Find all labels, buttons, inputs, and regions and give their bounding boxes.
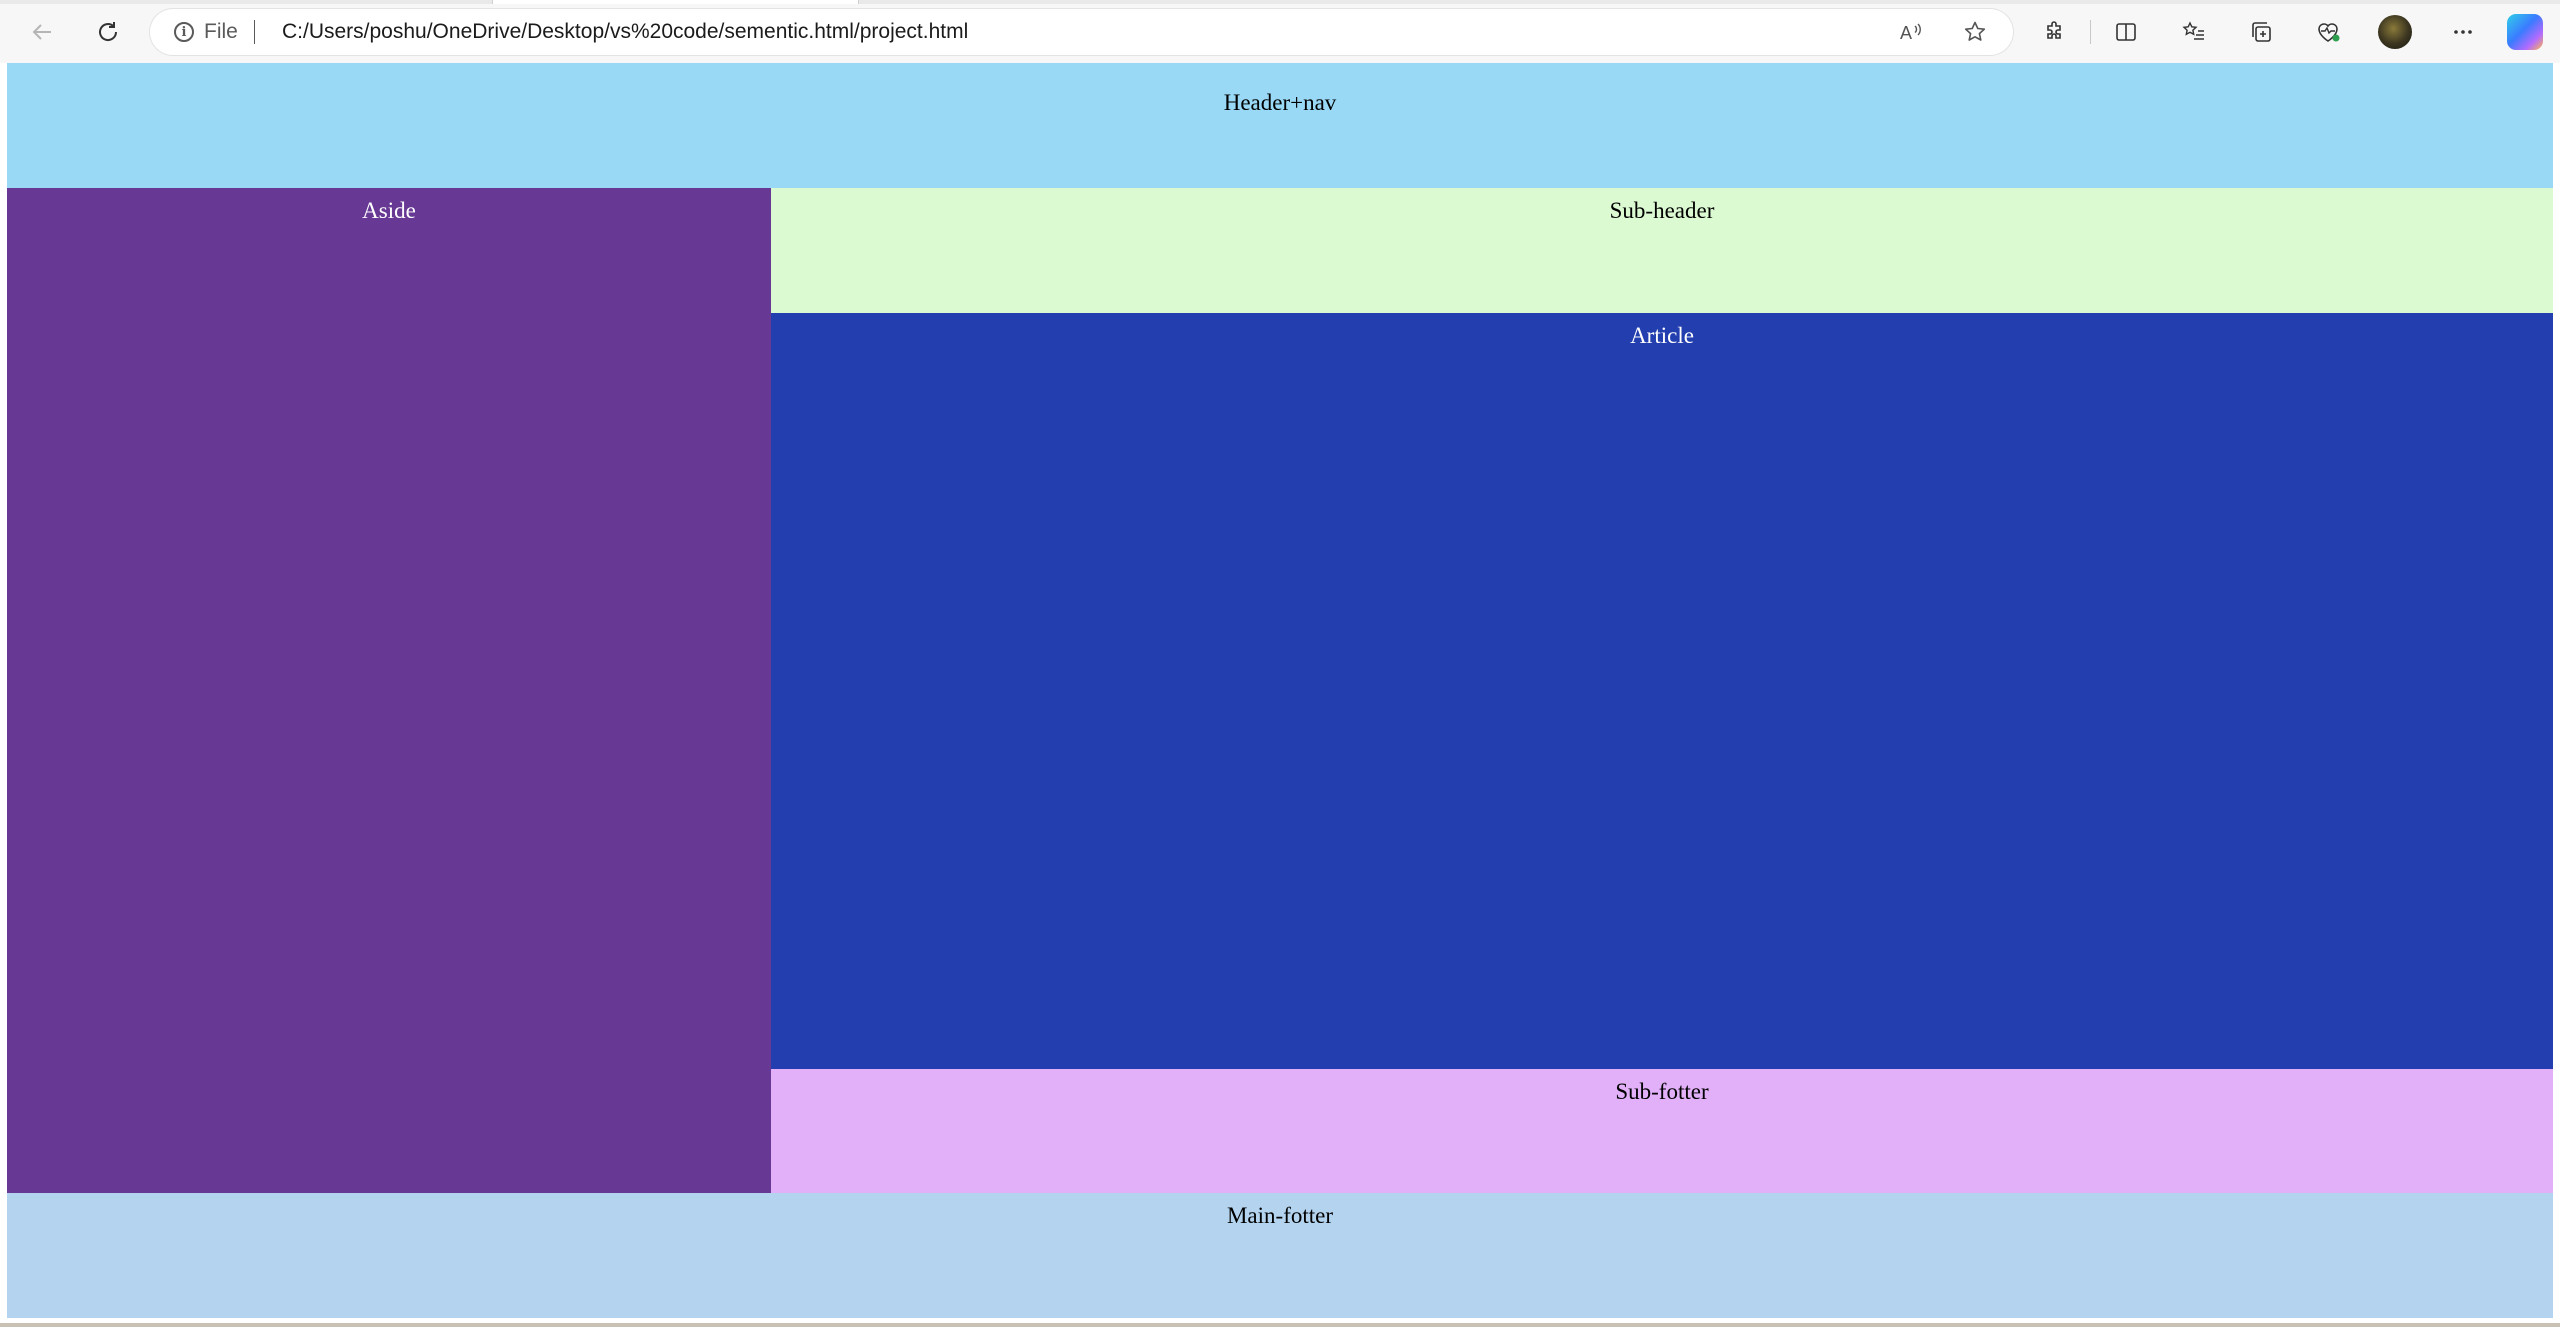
sub-footer-label: Sub-fotter [1615,1079,1709,1104]
main-footer-section: Main-fotter [7,1193,2553,1318]
read-aloud-icon[interactable]: A [1896,17,1926,47]
aside-section: Aside [7,188,771,1193]
semantic-layout: Header+nav Aside Sub-header Article Sub-… [7,63,2553,1318]
svg-text:A: A [1900,23,1912,43]
url-text[interactable]: C:/Users/poshu/OneDrive/Desktop/vs%20cod… [282,20,968,44]
toolbar-separator [2090,20,2091,44]
info-icon: i [174,22,194,42]
address-bar[interactable]: i File C:/Users/poshu/OneDrive/Desktop/v… [150,9,2013,55]
address-separator [253,20,255,44]
tab-strip [0,0,2560,4]
copilot-icon[interactable] [2507,14,2543,50]
star-icon[interactable] [1960,17,1990,47]
scheme-label: File [204,20,238,43]
favorites-list-icon[interactable] [2176,14,2212,50]
window-bottom-edge [0,1323,2560,1327]
browser-essentials-icon[interactable] [2310,14,2346,50]
sub-footer-section: Sub-fotter [771,1069,2553,1193]
sub-header-label: Sub-header [1609,198,1715,223]
article-label: Article [1630,323,1694,348]
header-nav-section: Header+nav [7,63,2553,188]
header-nav-label: Header+nav [1223,90,1337,115]
active-tab[interactable] [492,0,859,4]
collections-icon[interactable] [2243,14,2279,50]
sub-header-section: Sub-header [771,188,2553,313]
split-screen-icon[interactable] [2108,14,2144,50]
more-icon[interactable] [2445,14,2481,50]
aside-label: Aside [362,198,416,223]
profile-avatar[interactable] [2378,15,2412,49]
page-viewport: Header+nav Aside Sub-header Article Sub-… [0,63,2560,1327]
site-info-button[interactable]: i File [174,19,255,45]
back-arrow-icon[interactable] [22,12,62,52]
main-footer-label: Main-fotter [1226,1203,1333,1228]
puzzle-icon[interactable] [2037,14,2073,50]
browser-toolbar: i File C:/Users/poshu/OneDrive/Desktop/v… [0,0,2560,63]
refresh-icon[interactable] [88,12,128,52]
article-section: Article [771,313,2553,1069]
